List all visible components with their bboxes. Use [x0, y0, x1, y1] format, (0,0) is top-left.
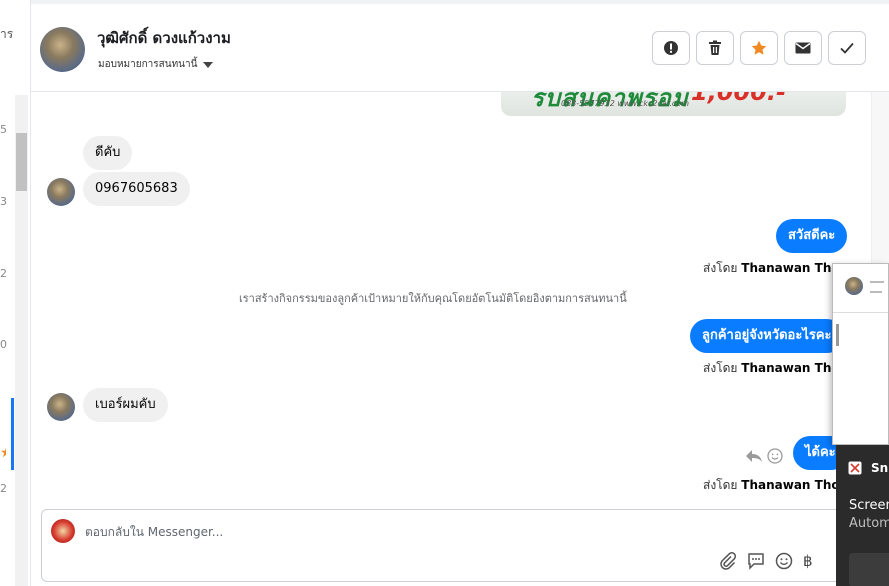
conversation-list-scrollbar[interactable]: [15, 95, 28, 586]
mark-done-button[interactable]: [828, 31, 866, 65]
assign-conversation-dropdown[interactable]: มอบหมายการสนทนานี้: [98, 57, 214, 72]
conversation-header: วุฒิศักดิ์ ดวงแก้วงาม มอบหมายการสนทนานี้: [31, 0, 889, 92]
sender-name: Thanawan Thon: [741, 478, 849, 492]
contact-avatar[interactable]: [40, 27, 85, 72]
sent-by-prefix: ส่งโดย: [703, 261, 738, 275]
incoming-message[interactable]: ดีคับ: [83, 136, 133, 170]
sent-by-prefix: ส่งโดย: [703, 361, 738, 375]
list-item-fragment: 0: [0, 338, 7, 351]
list-header-fragment: าร: [0, 27, 14, 41]
header-actions: [652, 31, 866, 65]
list-item-fragment: 3: [0, 195, 7, 208]
paperclip-icon[interactable]: [719, 552, 737, 570]
reply-icon[interactable]: [745, 449, 763, 463]
notification-body: Autom: [849, 516, 889, 531]
notification-title: Screen: [849, 498, 889, 513]
outgoing-message[interactable]: สวัสดีคะ: [776, 219, 848, 253]
message-composer: ฿: [41, 509, 861, 582]
contact-name[interactable]: วุฒิศักดิ์ ดวงแก้วงาม: [97, 26, 231, 50]
incoming-message[interactable]: 0967605683: [83, 172, 190, 206]
check-icon: [840, 42, 854, 54]
mark-unread-button[interactable]: [784, 31, 822, 65]
screenshot-preview-thumbnail[interactable]: [832, 263, 889, 445]
star-button[interactable]: [740, 31, 778, 65]
sent-by-prefix: ส่งโดย: [703, 478, 738, 492]
emoji-reaction-icon[interactable]: [767, 448, 783, 464]
list-item-fragment: 5: [0, 123, 7, 136]
envelope-icon: [795, 42, 811, 54]
messenger-inbox-window: าร 5 3 2 0 2 ★ วุฒิศักดิ์ ดวงแก้วงาม มอบ…: [0, 0, 889, 586]
star-icon: [751, 40, 767, 55]
notification-app-name: Sni: [871, 461, 889, 475]
star-icon: ★: [0, 445, 6, 461]
sent-by-label: ส่งโดย Thanawan Thon: [703, 476, 848, 495]
preview-divider: [833, 312, 888, 313]
preview-line: [870, 281, 884, 283]
message-thread: รับสินค้าพร้อม 1,000.- 088-5577932 www.c…: [31, 92, 871, 502]
notification-action-button[interactable]: [849, 553, 889, 586]
message-actions: [745, 448, 783, 464]
sent-by-label: ส่งโดย Thanawan Thon: [703, 359, 848, 378]
composer-toolbar: ฿: [719, 552, 815, 570]
snipping-tool-icon: [848, 461, 862, 475]
list-item-fragment: 2: [0, 482, 7, 495]
preview-avatar: [845, 277, 863, 295]
list-item-fragment: 2: [0, 267, 7, 280]
active-conversation-indicator: [11, 398, 14, 470]
caret-down-icon: [203, 61, 214, 68]
preview-line: [870, 291, 882, 293]
sent-by-label: ส่งโดย Thanawan Thon: [703, 259, 848, 278]
scrollbar-thumb[interactable]: [16, 133, 27, 191]
spam-button[interactable]: [652, 31, 690, 65]
assign-label: มอบหมายการสนทนานี้: [98, 59, 198, 70]
system-note: เราสร้างกิจกรรมของลูกค้าเป้าหมายให้กับคุ…: [239, 292, 627, 305]
delete-button[interactable]: [696, 31, 734, 65]
incoming-message[interactable]: เบอร์ผมคับ: [83, 388, 168, 422]
page-avatar: [51, 519, 75, 543]
image-price: 1,000.-: [691, 92, 786, 106]
contact-avatar: [47, 178, 75, 206]
outgoing-message[interactable]: ลูกค้าอยู่จังหวัดอะไรคะ: [690, 319, 844, 353]
reply-input[interactable]: [85, 522, 685, 542]
snipping-tool-notification[interactable]: Sni Screen Autom: [836, 445, 889, 586]
conversation-list-edge: าร 5 3 2 0 2: [0, 0, 14, 586]
baht-icon[interactable]: ฿: [803, 552, 815, 570]
contact-avatar: [47, 393, 75, 421]
trash-icon: [709, 40, 721, 55]
alert-icon: [664, 41, 678, 55]
emoji-icon[interactable]: [775, 552, 793, 570]
preview-scrollbar: [836, 324, 839, 346]
image-attachment[interactable]: รับสินค้าพร้อม 1,000.- 088-5577932 www.c…: [501, 92, 846, 116]
chat-bubble-icon[interactable]: [747, 552, 765, 570]
image-caption: 088-5577932 www.ckc2car.com: [561, 99, 689, 108]
